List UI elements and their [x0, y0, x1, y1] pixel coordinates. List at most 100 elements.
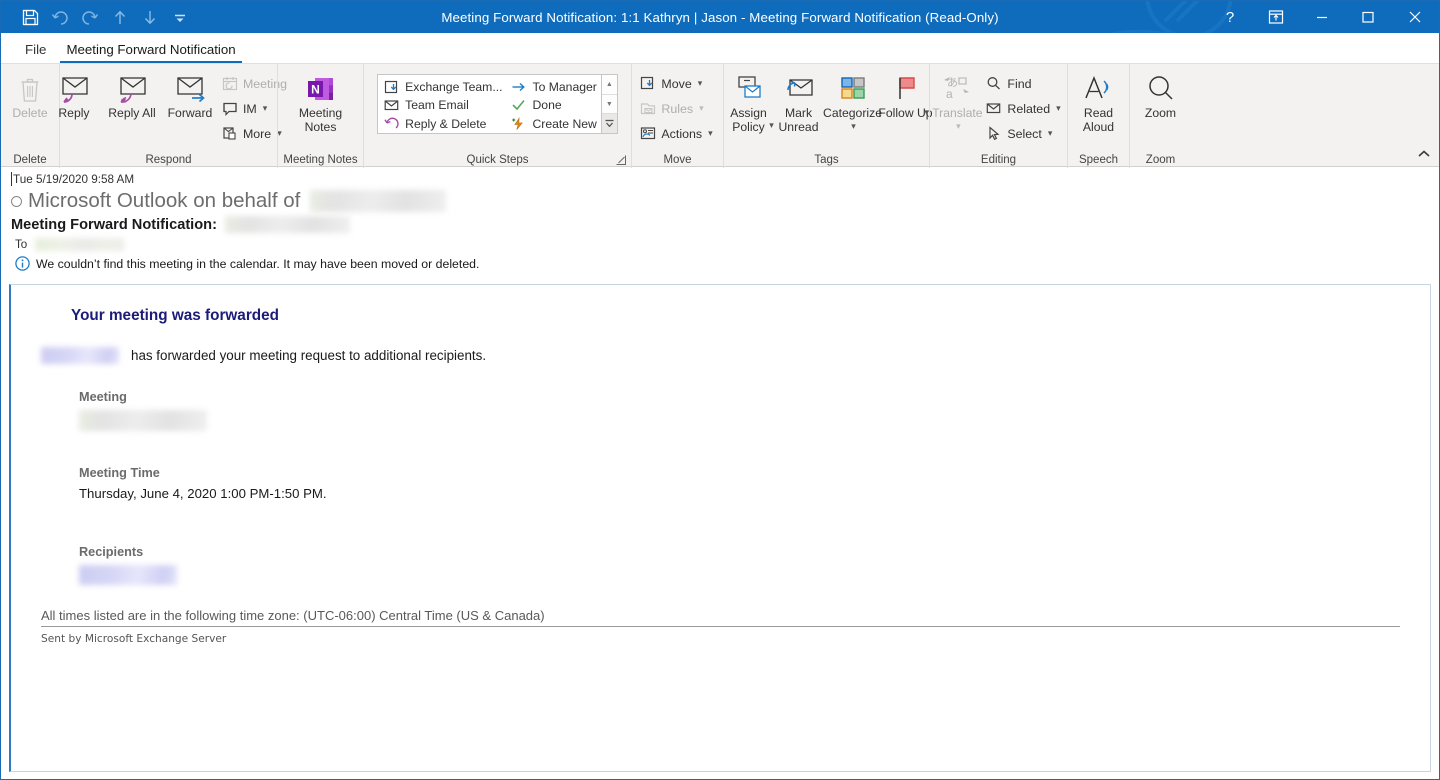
undo-icon[interactable]	[45, 4, 75, 30]
ribbon-group-editing: あ a Translate ▾ Find Related ▾ Select ▾ …	[929, 64, 1067, 168]
maximize-icon	[1362, 11, 1374, 23]
quick-steps-scroll-down[interactable]: ▼	[601, 94, 617, 115]
meeting-time-label: Meeting Time	[79, 466, 160, 480]
move-label: Move	[661, 76, 692, 91]
select-icon	[985, 125, 1003, 143]
zoom-button[interactable]: Zoom	[1132, 68, 1190, 121]
assign-policy-icon	[733, 72, 765, 104]
zoom-label: Zoom	[1144, 106, 1177, 120]
forward-arrow-icon	[510, 79, 527, 95]
meeting-label: Meeting	[79, 390, 127, 404]
reply-all-button[interactable]: Reply All	[103, 68, 161, 121]
previous-item-icon[interactable]	[105, 4, 135, 30]
reply-delete-icon	[383, 116, 400, 132]
quick-steps-dialog-launcher[interactable]	[615, 153, 627, 165]
quick-step-to-manager[interactable]: To Manager	[510, 78, 597, 96]
im-label: IM	[242, 101, 257, 116]
subject-value-redacted	[224, 216, 350, 233]
trash-icon	[18, 72, 42, 104]
assign-policy-button[interactable]: Assign Policy ▾	[724, 68, 774, 145]
customize-quick-access-toolbar-icon[interactable]	[165, 4, 195, 30]
quick-step-done[interactable]: Done	[510, 96, 596, 114]
ribbon-display-options-button[interactable]	[1253, 1, 1299, 33]
rules-icon	[639, 100, 657, 118]
body-heading: Your meeting was forwarded	[71, 307, 279, 324]
forward-button[interactable]: Forward	[161, 68, 219, 121]
save-icon[interactable]	[15, 4, 45, 30]
forward-label: Forward	[167, 106, 213, 120]
tab-meeting-forward-notification[interactable]: Meeting Forward Notification	[56, 40, 245, 63]
read-aloud-button[interactable]: Read Aloud	[1070, 68, 1128, 134]
chevron-down-icon: ▾	[1056, 103, 1061, 113]
im-icon	[221, 100, 239, 118]
body-footer: Sent by Microsoft Exchange Server	[41, 633, 227, 645]
meeting-time-section: Meeting Time Thursday, June 4, 2020 1:00…	[79, 466, 1408, 501]
select-label: Select	[1007, 126, 1042, 141]
quick-steps-scrollbar[interactable]: ▲ ▼	[600, 75, 617, 134]
ribbon-group-respond: Reply Reply All Forward Meeting IM ▾ Mor…	[58, 64, 287, 168]
collapse-ribbon-button[interactable]	[1417, 149, 1431, 162]
help-button[interactable]: ?	[1207, 1, 1253, 33]
related-button[interactable]: Related ▾	[983, 97, 1065, 120]
chevron-down-icon: ▾	[769, 120, 774, 130]
assign-policy-label: Assign Policy	[730, 106, 767, 134]
timezone-note: All times listed are in the following ti…	[41, 608, 545, 623]
ribbon: Delete Delete Reply Reply All Forward Me…	[1, 63, 1439, 168]
redo-icon[interactable]	[75, 4, 105, 30]
rules-label: Rules	[661, 101, 694, 116]
meeting-value-redacted	[79, 410, 207, 431]
translate-label: Translate	[932, 106, 983, 120]
reply-label: Reply	[58, 106, 90, 120]
next-item-icon[interactable]	[135, 4, 165, 30]
maximize-button[interactable]	[1345, 1, 1391, 33]
body-sentence: has forwarded your meeting request to ad…	[41, 347, 1408, 364]
body-sentence-text: has forwarded your meeting request to ad…	[131, 348, 487, 363]
mark-unread-button[interactable]: Mark Unread	[774, 68, 824, 134]
quick-steps-scroll-up[interactable]: ▲	[601, 75, 617, 95]
quick-steps-more-button[interactable]	[601, 114, 617, 134]
ribbon-group-label-editing: Editing	[980, 154, 1017, 166]
message-body: Your meeting was forwarded has forwarded…	[11, 285, 1430, 655]
info-text: We couldn’t find this meeting in the cal…	[36, 256, 480, 271]
chevron-down-icon: ▾	[699, 103, 704, 113]
quick-step-create-new[interactable]: Create New	[510, 115, 597, 133]
onenote-icon: N	[305, 72, 337, 104]
quick-access-toolbar	[1, 4, 195, 30]
recipients-section: Recipients	[79, 545, 1408, 590]
move-button[interactable]: Move ▾	[637, 72, 717, 95]
read-aloud-label: Read Aloud	[1082, 106, 1115, 134]
editing-small-buttons: Find Related ▾ Select ▾	[983, 68, 1065, 145]
quick-step-team-email[interactable]: Team Email	[383, 96, 502, 114]
create-new-icon	[510, 116, 527, 132]
to-value-redacted[interactable]	[35, 238, 125, 251]
delete-label: Delete	[12, 106, 48, 120]
follow-up-button[interactable]: Follow Up ▾	[878, 68, 933, 132]
related-icon	[985, 100, 1003, 118]
quick-step-reply-delete[interactable]: Reply & Delete	[383, 115, 502, 133]
ribbon-display-options-icon	[1268, 10, 1284, 24]
select-button[interactable]: Select ▾	[983, 122, 1065, 145]
quick-step-exchange-team[interactable]: Exchange Team...	[383, 78, 502, 96]
ribbon-group-move: Move ▾ Rules ▾ Actions ▾ Move	[631, 64, 723, 168]
actions-button[interactable]: Actions ▾	[637, 122, 717, 145]
from-name: Microsoft Outlook on behalf of	[28, 189, 301, 212]
reply-button[interactable]: Reply	[45, 68, 103, 121]
ribbon-group-label-zoom: Zoom	[1145, 154, 1176, 166]
meeting-notes-button[interactable]: N Meeting Notes	[284, 68, 358, 134]
ribbon-group-tags: Assign Policy ▾ Mark Unread Categorize ▾…	[723, 64, 933, 168]
translate-button[interactable]: あ a Translate ▾	[931, 68, 983, 132]
find-label: Find	[1007, 76, 1032, 91]
tab-file[interactable]: File	[15, 40, 56, 63]
find-button[interactable]: Find	[983, 72, 1065, 95]
categorize-button[interactable]: Categorize ▾	[823, 68, 882, 132]
close-button[interactable]	[1391, 1, 1439, 33]
minimize-button[interactable]	[1299, 1, 1345, 33]
chevron-down-icon: ▾	[956, 120, 961, 131]
chevron-down-icon: ▾	[851, 120, 856, 131]
ribbon-group-speech: Read Aloud Speech	[1067, 64, 1129, 168]
forwarder-name-redacted	[41, 347, 119, 364]
rules-button[interactable]: Rules ▾	[637, 97, 717, 120]
chevron-down-icon: ▾	[697, 78, 703, 88]
